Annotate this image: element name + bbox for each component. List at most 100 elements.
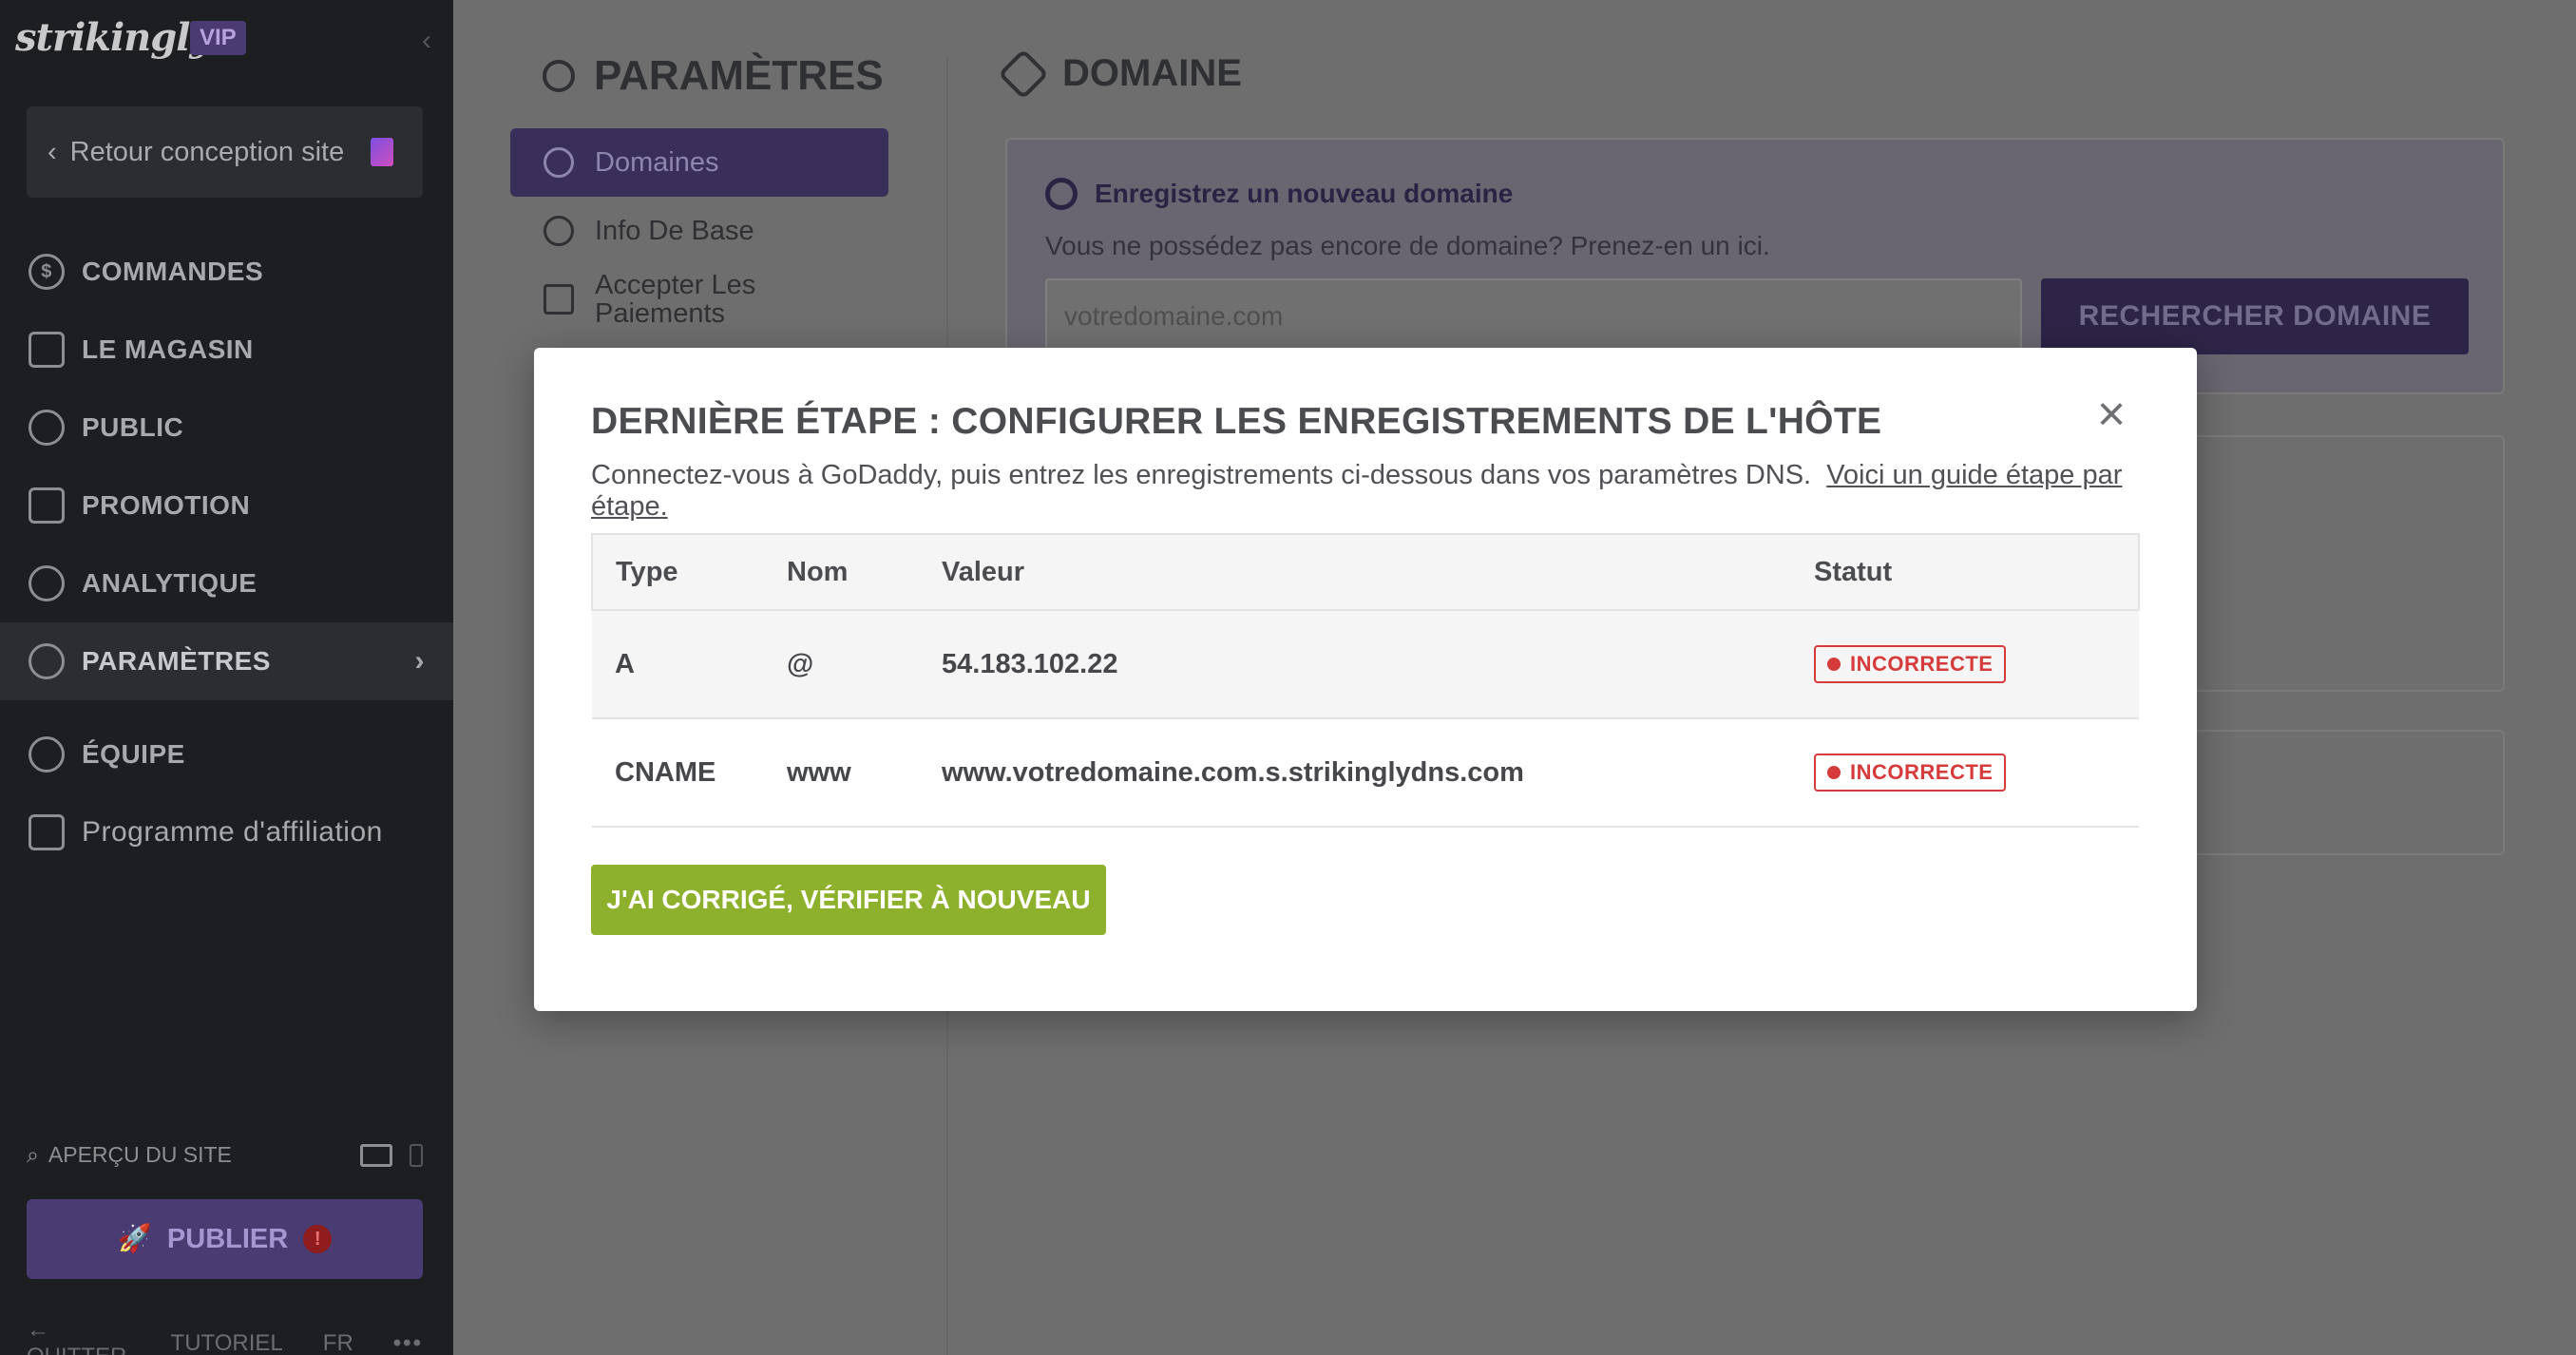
trophy-icon xyxy=(29,814,65,850)
mobile-preview-icon[interactable] xyxy=(410,1143,423,1167)
settings-item-label: Domaines xyxy=(595,146,719,178)
status-badge: INCORRECTE xyxy=(1814,645,2007,683)
gear-icon xyxy=(543,60,575,92)
settings-nav: Domaines Info De Base Accepter Les Paiem… xyxy=(510,128,947,334)
site-page-icon xyxy=(371,138,394,166)
sidebar-item-equipe[interactable]: ÉQUIPE xyxy=(0,716,453,793)
vip-badge: VIP xyxy=(190,21,246,55)
record-name: @ xyxy=(787,610,942,719)
domain-title: DOMAINE xyxy=(998,48,1242,100)
settings-title: PARAMÈTRES xyxy=(543,52,947,100)
info-icon xyxy=(544,216,574,246)
quit-link[interactable]: ← QUITTER xyxy=(27,1317,131,1355)
sidebar-item-le-magasin[interactable]: LE MAGASIN xyxy=(0,311,453,389)
sidebar-item-label: PUBLIC xyxy=(82,412,184,442)
pie-chart-icon xyxy=(29,565,65,601)
dollar-icon: $ xyxy=(29,254,65,290)
sidebar-item-public[interactable]: PUBLIC xyxy=(0,389,453,467)
sidebar-item-label: Programme d'affiliation xyxy=(82,816,383,848)
verify-again-button[interactable]: J'AI CORRIGÉ, VÉRIFIER À NOUVEAU xyxy=(591,865,1106,935)
sidebar-item-label: ANALYTIQUE xyxy=(82,568,258,598)
team-icon xyxy=(29,736,65,773)
domain-title-label: DOMAINE xyxy=(1062,52,1242,94)
modal-title: DERNIÈRE ÉTAPE : CONFIGURER LES ENREGIST… xyxy=(591,401,1882,442)
column-header-statut: Statut xyxy=(1814,533,2140,611)
settings-item-label: Accepter Les Paiements xyxy=(595,270,756,329)
rocket-icon: 🚀 xyxy=(117,1224,152,1254)
dns-records-table: Type Nom Valeur Statut A @ 54.183.102.22… xyxy=(591,533,2140,828)
record-type: A xyxy=(592,610,787,719)
gear-icon xyxy=(29,643,65,679)
column-header-type: Type xyxy=(591,533,787,611)
register-heading-label: Enregistrez un nouveau domaine xyxy=(1095,179,1514,208)
sidebar-item-parametres[interactable]: PARAMÈTRES › xyxy=(0,622,453,700)
sidebar: strikingly VIP ‹ ‹ Retour conception sit… xyxy=(0,0,453,1355)
status-label: INCORRECTE xyxy=(1850,760,1994,784)
register-subtitle: Vous ne possédez pas encore de domaine? … xyxy=(1045,231,1770,260)
collapse-sidebar-icon[interactable]: ‹ xyxy=(422,25,431,57)
search-domain-button[interactable]: RECHERCHER DOMAINE xyxy=(2041,278,2469,354)
record-status-cell: INCORRECTE xyxy=(1814,610,2139,719)
sidebar-item-label: PARAMÈTRES xyxy=(82,646,271,676)
quit-label: QUITTER xyxy=(27,1344,126,1355)
language-selector[interactable]: FR xyxy=(323,1330,353,1355)
record-type: CNAME xyxy=(592,718,787,828)
desktop-preview-icon[interactable] xyxy=(360,1143,392,1167)
status-label: INCORRECTE xyxy=(1850,652,1994,676)
sidebar-item-affiliation[interactable]: Programme d'affiliation xyxy=(0,793,453,871)
chevron-left-icon: ‹ xyxy=(48,136,57,167)
settings-title-label: PARAMÈTRES xyxy=(594,52,884,99)
modal-description: Connectez-vous à GoDaddy, puis entrez le… xyxy=(591,460,2197,523)
sidebar-item-analytique[interactable]: ANALYTIQUE xyxy=(0,544,453,622)
status-dot-icon xyxy=(1827,766,1841,779)
link-icon xyxy=(998,48,1049,100)
tutorial-link[interactable]: TUTORIEL xyxy=(171,1330,283,1355)
back-to-site-editor-button[interactable]: ‹ Retour conception site xyxy=(27,106,423,198)
chevron-right-icon: › xyxy=(414,645,425,677)
settings-panel: PARAMÈTRES Domaines Info De Base Accepte… xyxy=(510,52,947,334)
more-options-icon[interactable]: ••• xyxy=(393,1330,423,1355)
status-dot-icon xyxy=(1827,658,1841,671)
sidebar-nav: $ COMMANDES LE MAGASIN PUBLIC PROMOTION … xyxy=(0,233,453,871)
store-icon xyxy=(29,332,65,368)
record-name: www xyxy=(787,718,942,828)
sidebar-item-label: COMMANDES xyxy=(82,257,264,286)
publish-button[interactable]: 🚀 PUBLIER ! xyxy=(27,1199,423,1279)
strikingly-logo[interactable]: strikingly xyxy=(15,15,212,60)
search-plus-icon xyxy=(1045,178,1078,210)
warning-icon: ! xyxy=(303,1225,333,1253)
sidebar-item-label: PROMOTION xyxy=(82,490,251,520)
search-icon: ⌕ xyxy=(27,1142,39,1167)
globe-icon xyxy=(544,147,574,178)
sidebar-item-label: ÉQUIPE xyxy=(82,739,185,769)
record-value: 54.183.102.22 xyxy=(942,610,1814,719)
sidebar-item-promotion[interactable]: PROMOTION xyxy=(0,467,453,544)
megaphone-icon xyxy=(29,487,65,524)
back-button-label: Retour conception site xyxy=(69,136,345,167)
publish-label: PUBLIER xyxy=(166,1223,289,1254)
preview-site-link[interactable]: APERÇU DU SITE xyxy=(48,1142,232,1168)
column-header-nom: Nom xyxy=(787,533,942,611)
status-badge: INCORRECTE xyxy=(1814,754,2007,792)
table-row: CNAME www www.votredomaine.com.s.strikin… xyxy=(592,718,2139,828)
table-header-row: Type Nom Valeur Statut xyxy=(591,533,2140,611)
card-icon xyxy=(544,284,574,315)
column-header-valeur: Valeur xyxy=(942,533,1814,611)
sidebar-footer: ← QUITTER TUTORIEL FR ••• xyxy=(27,1317,423,1355)
table-row: A @ 54.183.102.22 INCORRECTE xyxy=(592,610,2139,719)
domain-search-input[interactable]: votredomaine.com xyxy=(1045,278,2022,354)
settings-item-info-de-base[interactable]: Info De Base xyxy=(510,197,947,265)
record-status-cell: INCORRECTE xyxy=(1814,718,2139,828)
modal-description-text: Connectez-vous à GoDaddy, puis entrez le… xyxy=(591,460,1812,490)
settings-item-label: Info De Base xyxy=(595,215,754,246)
sidebar-item-commandes[interactable]: $ COMMANDES xyxy=(0,233,453,311)
dns-config-modal: DERNIÈRE ÉTAPE : CONFIGURER LES ENREGIST… xyxy=(534,348,2197,1011)
register-heading: Enregistrez un nouveau domaine xyxy=(1045,178,1513,210)
people-icon xyxy=(29,410,65,446)
record-value: www.votredomaine.com.s.strikinglydns.com xyxy=(942,718,1814,828)
settings-item-paiements[interactable]: Accepter Les Paiements xyxy=(510,265,947,334)
sidebar-item-label: LE MAGASIN xyxy=(82,334,254,364)
site-preview-bar: ⌕ APERÇU DU SITE xyxy=(27,1142,423,1168)
close-icon[interactable]: × xyxy=(2092,390,2130,439)
settings-item-domaines[interactable]: Domaines xyxy=(510,128,888,197)
